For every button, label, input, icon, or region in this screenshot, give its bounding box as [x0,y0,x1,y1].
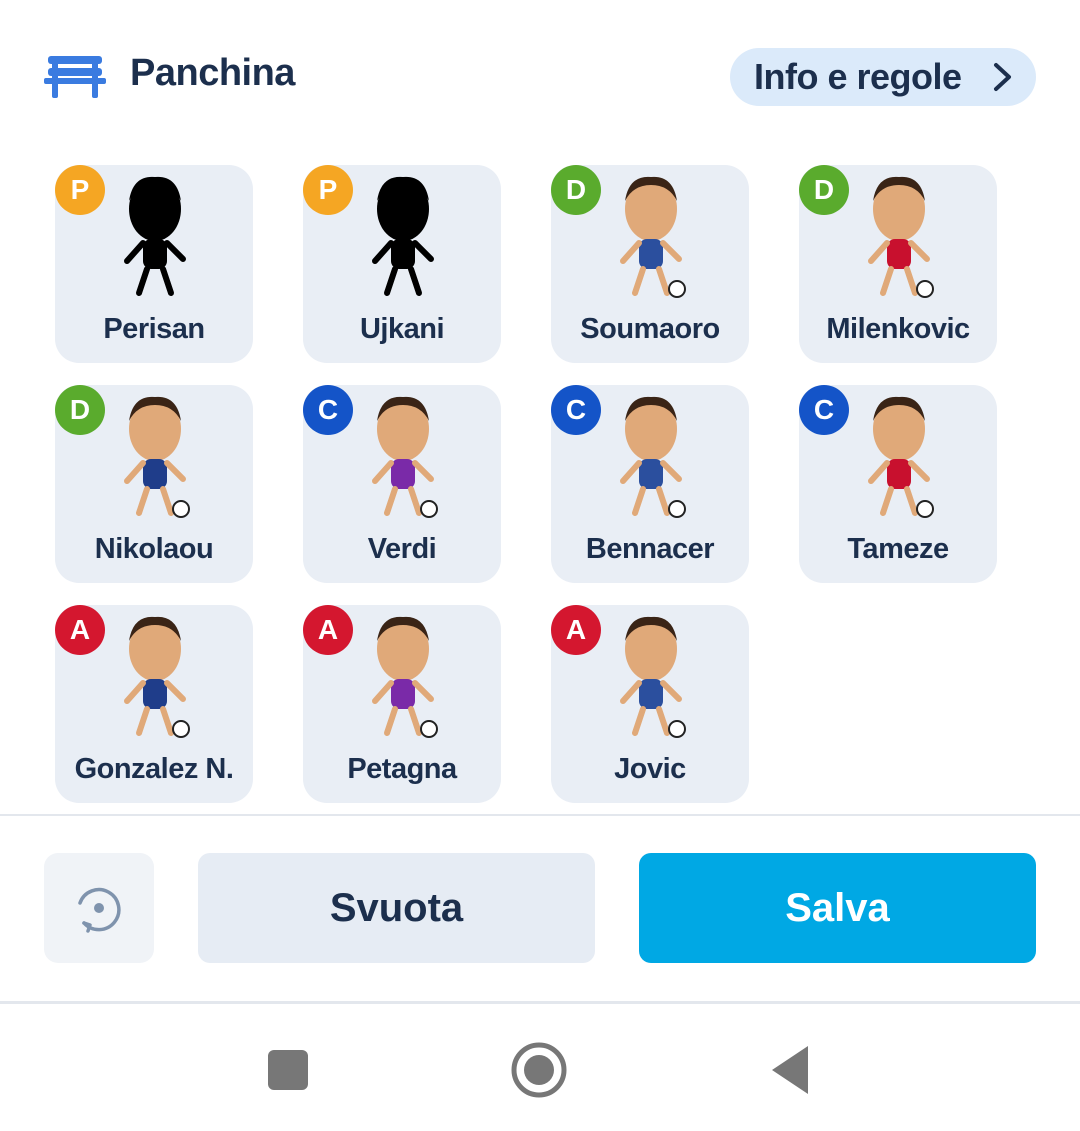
player-grid: P Perisan P Ujkani D Soumaoro D Milenkovic D Niko… [0,0,1080,810]
role-badge: C [799,385,849,435]
player-name: Petagna [347,753,457,785]
player-card[interactable]: P Ujkani [303,165,501,363]
player-avatar [124,176,186,296]
player-avatar [124,616,190,738]
player-avatar [372,176,434,296]
player-card[interactable]: C Tameze [799,385,997,583]
role-badge: D [551,165,601,215]
clear-button[interactable]: Svuota [198,853,595,963]
player-name: Gonzalez N. [74,753,234,785]
player-card[interactable]: A Jovic [551,605,749,803]
player-name: Ujkani [359,313,445,345]
player-card[interactable]: A Gonzalez N. [55,605,253,803]
player-avatar [372,616,438,738]
divider [0,814,1080,816]
player-name: Jovic [614,753,686,785]
role-badge: C [551,385,601,435]
system-nav-bar [0,1004,1080,1131]
role-badge: C [303,385,353,435]
player-name: Soumaoro [580,313,720,345]
reset-icon [78,887,121,933]
player-card[interactable]: D Soumaoro [551,165,749,363]
player-avatar [372,396,438,518]
player-card[interactable]: D Milenkovic [799,165,997,363]
player-name: Milenkovic [826,313,970,345]
player-avatar [620,396,686,518]
player-card[interactable]: D Nikolaou [55,385,253,583]
role-badge: D [799,165,849,215]
player-name: Perisan [103,313,205,345]
player-avatar [124,396,190,518]
player-name: Nikolaou [94,533,214,565]
player-card[interactable]: C Bennacer [551,385,749,583]
player-avatar [620,176,686,298]
back-triangle-icon[interactable] [760,1040,820,1100]
role-badge: A [55,605,105,655]
recents-square-icon[interactable] [258,1040,318,1100]
home-circle-icon[interactable] [509,1040,569,1100]
player-name: Bennacer [585,533,715,565]
role-badge: D [55,385,105,435]
player-name: Tameze [847,533,949,565]
player-avatar [868,176,934,298]
reset-button[interactable] [44,853,154,963]
player-avatar [620,616,686,738]
role-badge: P [55,165,105,215]
player-avatar [868,396,934,518]
save-button[interactable]: Salva [639,853,1036,963]
player-card[interactable]: P Perisan [55,165,253,363]
role-badge: P [303,165,353,215]
player-name: Verdi [367,533,437,565]
role-badge: A [303,605,353,655]
player-card[interactable]: A Petagna [303,605,501,803]
role-badge: A [551,605,601,655]
player-card[interactable]: C Verdi [303,385,501,583]
